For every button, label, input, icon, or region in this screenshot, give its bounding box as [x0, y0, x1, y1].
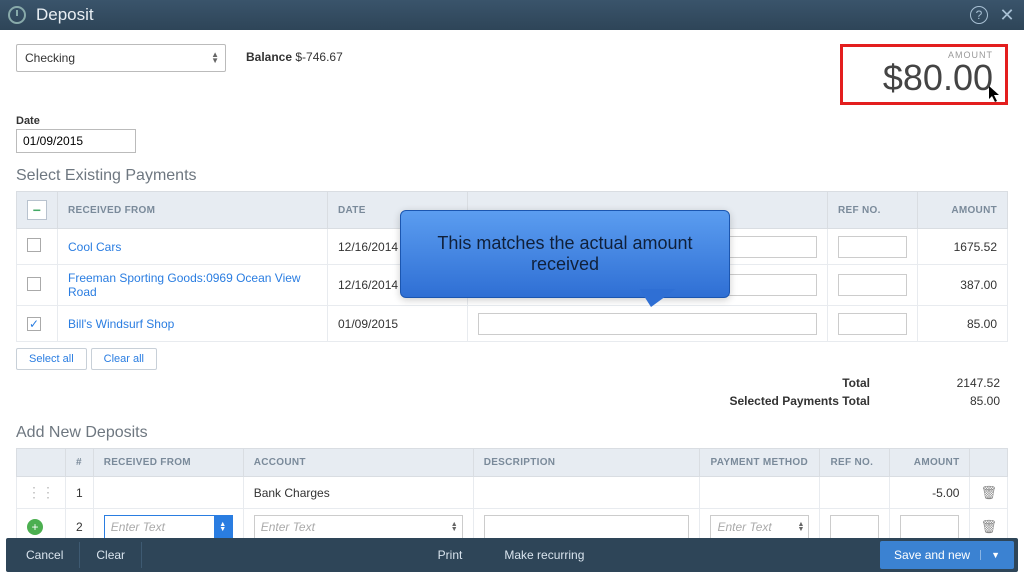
- row-account: Bank Charges: [243, 477, 473, 509]
- clear-all-button[interactable]: Clear all: [91, 348, 157, 370]
- row-refno-input[interactable]: [838, 236, 907, 258]
- amount-total-box: AMOUNT $80.00: [840, 44, 1008, 105]
- cancel-button[interactable]: Cancel: [10, 542, 80, 568]
- table-row: ⋮⋮ 1 Bank Charges -5.00 🗑: [17, 477, 1008, 509]
- amount-value: $80.00: [883, 60, 993, 96]
- col-amount: AMOUNT: [918, 192, 1008, 229]
- caret-down-icon[interactable]: ▼: [980, 550, 1000, 560]
- chevron-updown-icon: ▲▼: [211, 52, 219, 64]
- footer-bar: Cancel Clear Print Make recurring Save a…: [6, 538, 1018, 572]
- row-refno-input[interactable]: [838, 274, 907, 296]
- new-deposits-title: Add New Deposits: [16, 424, 1008, 442]
- account-input[interactable]: Enter Text▲▼: [254, 515, 463, 539]
- account-select[interactable]: Checking ▲▼: [16, 44, 226, 72]
- select-all-button[interactable]: Select all: [16, 348, 87, 370]
- chevron-updown-icon: ▲▼: [451, 522, 458, 532]
- new-deposits-table: # RECEIVED FROM ACCOUNT DESCRIPTION PAYM…: [16, 448, 1008, 546]
- date-input[interactable]: [16, 129, 136, 153]
- trash-icon[interactable]: 🗑: [980, 485, 997, 500]
- row-checkbox[interactable]: ✓: [27, 317, 41, 331]
- payment-method-input[interactable]: Enter Text▲▼: [710, 515, 809, 539]
- ref-no-input[interactable]: [830, 515, 879, 539]
- col-ref-no: REF NO.: [820, 449, 890, 477]
- balance-label: Balance $-746.67: [246, 44, 343, 64]
- page-title: Deposit: [36, 5, 970, 25]
- row-amount: -5.00: [890, 477, 970, 509]
- cursor-icon: [987, 84, 1003, 104]
- date-label: Date: [16, 115, 1008, 127]
- account-select-value: Checking: [25, 51, 75, 65]
- save-and-new-button[interactable]: Save and new▼: [880, 541, 1014, 569]
- col-amount: AMOUNT: [890, 449, 970, 477]
- row-checkbox[interactable]: [27, 277, 41, 291]
- row-amount: 1675.52: [918, 229, 1008, 265]
- totals-block: Total2147.52 Selected Payments Total85.0…: [16, 374, 1008, 410]
- clear-button[interactable]: Clear: [80, 542, 142, 568]
- received-from-link[interactable]: Freeman Sporting Goods:0969 Ocean View R…: [68, 271, 301, 299]
- make-recurring-button[interactable]: Make recurring: [488, 542, 600, 568]
- history-icon[interactable]: [8, 6, 26, 24]
- col-num: #: [66, 449, 94, 477]
- description-input[interactable]: [484, 515, 690, 539]
- col-description: DESCRIPTION: [473, 449, 700, 477]
- table-row: ✓ Bill's Windsurf Shop 01/09/2015 85.00: [17, 306, 1008, 342]
- tooltip-callout: This matches the actual amount received: [400, 210, 730, 298]
- print-button[interactable]: Print: [422, 542, 479, 568]
- close-icon[interactable]: ✕: [998, 6, 1016, 24]
- col-ref-no: REF NO.: [828, 192, 918, 229]
- help-icon[interactable]: ?: [970, 6, 988, 24]
- row-checkbox[interactable]: [27, 238, 41, 252]
- col-account: ACCOUNT: [243, 449, 473, 477]
- received-from-link[interactable]: Bill's Windsurf Shop: [68, 317, 174, 331]
- col-payment-method: PAYMENT METHOD: [700, 449, 820, 477]
- existing-payments-title: Select Existing Payments: [16, 167, 1008, 185]
- titlebar: Deposit ? ✕: [0, 0, 1024, 30]
- received-from-input[interactable]: Enter Text▲▼: [104, 515, 233, 539]
- row-date: 01/09/2015: [328, 306, 468, 342]
- col-received-from: RECEIVED FROM: [93, 449, 243, 477]
- collapse-button[interactable]: −: [27, 200, 47, 220]
- drag-handle-icon[interactable]: ⋮⋮: [27, 484, 55, 500]
- chevron-updown-icon: ▲▼: [214, 516, 232, 538]
- row-amount: 85.00: [918, 306, 1008, 342]
- row-amount: 387.00: [918, 265, 1008, 306]
- received-from-link[interactable]: Cool Cars: [68, 240, 121, 254]
- col-received-from: RECEIVED FROM: [58, 192, 328, 229]
- row-num: 1: [66, 477, 94, 509]
- chevron-updown-icon: ▲▼: [798, 522, 805, 532]
- trash-icon[interactable]: 🗑: [980, 519, 997, 534]
- amount-input[interactable]: [900, 515, 959, 539]
- row-refno-input[interactable]: [838, 313, 907, 335]
- add-row-button[interactable]: +: [27, 519, 43, 535]
